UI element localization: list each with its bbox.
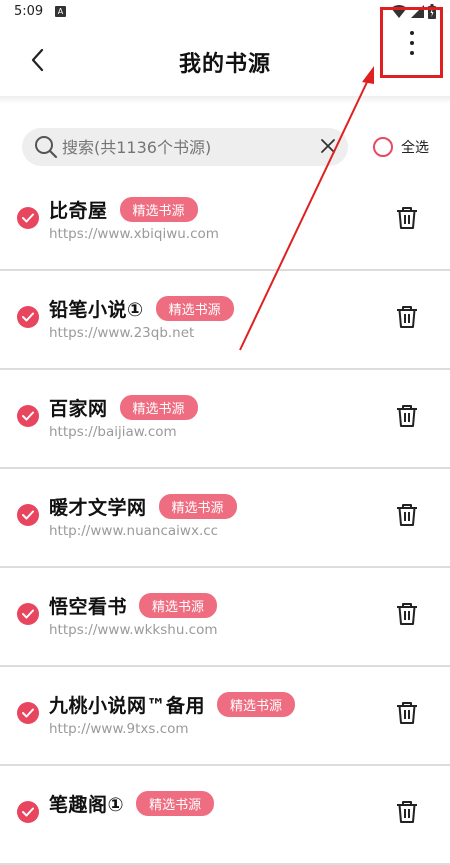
source-list: 比奇屋 精选书源 https://www.xbiqiwu.com 铅笔小说① 精选书… bbox=[0, 172, 450, 865]
source-name: 铅笔小说① bbox=[49, 299, 144, 321]
checked-icon[interactable] bbox=[17, 603, 39, 625]
featured-badge: 精选书源 bbox=[139, 593, 218, 618]
trash-icon[interactable] bbox=[396, 800, 418, 824]
source-url: http://www.9txs.com bbox=[49, 721, 189, 737]
more-vertical-icon bbox=[409, 30, 414, 55]
checked-icon[interactable] bbox=[17, 801, 39, 823]
checked-icon[interactable] bbox=[17, 504, 39, 526]
source-name: 悟空看书 bbox=[49, 596, 128, 618]
checked-icon[interactable] bbox=[17, 702, 39, 724]
source-url: https://baijiaw.com bbox=[49, 424, 177, 440]
featured-badge: 精选书源 bbox=[155, 296, 234, 321]
trash-icon[interactable] bbox=[396, 701, 418, 725]
source-row[interactable]: 九桃小说网™备用 精选书源 http://www.9txs.com bbox=[0, 667, 450, 766]
source-row[interactable]: 笔趣阁① 精选书源 bbox=[0, 766, 450, 865]
source-url: https://www.xbiqiwu.com bbox=[49, 226, 219, 242]
clear-search-icon[interactable] bbox=[320, 138, 336, 154]
trash-icon[interactable] bbox=[396, 305, 418, 329]
featured-badge: 精选书源 bbox=[136, 791, 215, 816]
source-row[interactable]: 暖才文学网 精选书源 http://www.nuancaiwx.cc bbox=[0, 469, 450, 568]
source-url: https://www.wkkshu.com bbox=[49, 622, 218, 638]
trash-icon[interactable] bbox=[396, 404, 418, 428]
checked-icon[interactable] bbox=[17, 405, 39, 427]
source-name: 百家网 bbox=[49, 398, 108, 420]
checked-icon[interactable] bbox=[17, 306, 39, 328]
search-input[interactable] bbox=[62, 128, 312, 166]
more-options-button[interactable] bbox=[380, 7, 443, 78]
featured-badge: 精选书源 bbox=[217, 692, 296, 717]
featured-badge: 精选书源 bbox=[119, 395, 198, 420]
source-name: 九桃小说网™备用 bbox=[49, 695, 206, 717]
search-bar bbox=[22, 128, 348, 166]
trash-icon[interactable] bbox=[396, 206, 418, 230]
source-name: 比奇屋 bbox=[49, 200, 108, 222]
featured-badge: 精选书源 bbox=[119, 197, 198, 222]
source-url: https://www.23qb.net bbox=[49, 325, 195, 341]
source-row[interactable]: 百家网 精选书源 https://baijiaw.com bbox=[0, 370, 450, 469]
featured-badge: 精选书源 bbox=[158, 494, 237, 519]
source-name: 笔趣阁① bbox=[49, 794, 125, 816]
trash-icon[interactable] bbox=[396, 503, 418, 527]
status-time: 5:09 bbox=[14, 4, 44, 19]
search-icon bbox=[35, 136, 58, 159]
checked-icon[interactable] bbox=[17, 207, 39, 229]
select-all-label: 全选 bbox=[401, 140, 429, 156]
trash-icon[interactable] bbox=[396, 602, 418, 626]
source-row[interactable]: 比奇屋 精选书源 https://www.xbiqiwu.com bbox=[0, 172, 450, 271]
select-all-radio[interactable] bbox=[373, 137, 393, 157]
notification-icon: A bbox=[55, 6, 66, 17]
source-row[interactable]: 铅笔小说① 精选书源 https://www.23qb.net bbox=[0, 271, 450, 370]
select-all-toggle[interactable]: 全选 bbox=[373, 137, 429, 157]
source-url: http://www.nuancaiwx.cc bbox=[49, 523, 219, 539]
source-row[interactable]: 悟空看书 精选书源 https://www.wkkshu.com bbox=[0, 568, 450, 667]
header-divider bbox=[0, 96, 450, 104]
source-name: 暖才文学网 bbox=[49, 497, 147, 519]
